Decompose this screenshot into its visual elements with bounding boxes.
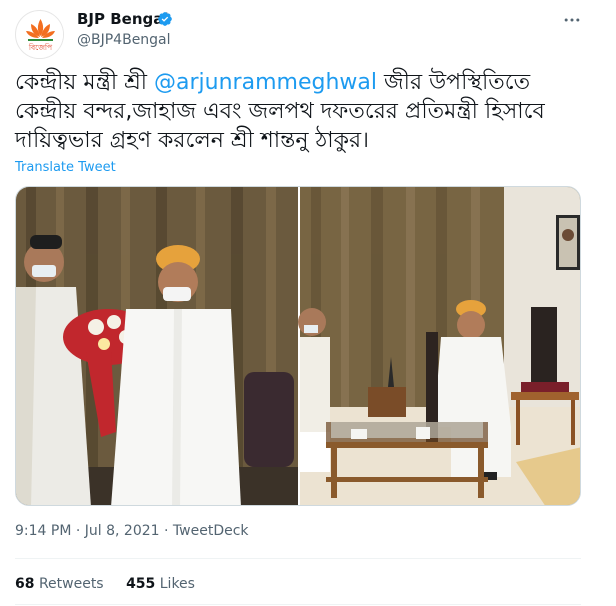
photo-right[interactable] (298, 187, 581, 506)
likes-label: Likes (159, 576, 195, 592)
likes-stat[interactable]: 455 Likes (126, 576, 195, 592)
translate-tweet-link[interactable]: Translate Tweet (15, 160, 116, 175)
photo-left[interactable] (16, 187, 298, 506)
tweet-text-part: কেন্দ্রীয় মন্ত্রী শ্রী (15, 70, 155, 95)
more-options-icon[interactable] (562, 10, 582, 30)
author-name[interactable]: BJP Bengal (77, 10, 169, 28)
divider (15, 604, 581, 605)
retweets-stat[interactable]: 68 Retweets (15, 576, 104, 592)
retweets-count: 68 (15, 576, 35, 592)
tweet-date[interactable]: Jul 8, 2021 (85, 523, 160, 539)
tweet-time[interactable]: 9:14 PM (15, 523, 71, 539)
lotus-icon: বিজেপি (16, 11, 63, 58)
divider (15, 558, 581, 559)
author-handle[interactable]: @BJP4Bengal (77, 32, 171, 48)
mention-link[interactable]: @arjunrammeghwal (154, 70, 377, 95)
author-avatar[interactable]: বিজেপি (15, 10, 64, 59)
tweet-meta: 9:14 PM · Jul 8, 2021 · TweetDeck (15, 523, 249, 539)
tweet-source[interactable]: TweetDeck (173, 523, 249, 539)
retweets-label: Retweets (38, 576, 104, 592)
tweet-text: কেন্দ্রীয় মন্ত্রী শ্রী @arjunrammeghwal… (15, 68, 595, 155)
verified-badge-icon (158, 12, 172, 26)
meta-separator: · (159, 523, 173, 539)
meta-separator: · (71, 523, 85, 539)
tweet-media[interactable] (15, 186, 581, 506)
svg-text:বিজেপি: বিজেপি (28, 43, 53, 52)
tweet: বিজেপি BJP Bengal @BJP4Bengal কেন্দ্রীয়… (0, 0, 600, 606)
likes-count: 455 (126, 576, 156, 592)
tweet-stats: 68 Retweets 455 Likes (15, 576, 213, 592)
